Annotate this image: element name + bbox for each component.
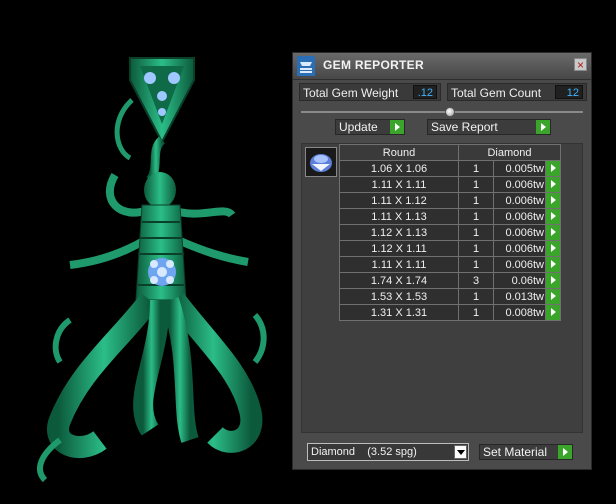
total-gem-weight-field: Total Gem Weight .12 xyxy=(299,83,441,101)
gem-size-cell: 1.74 X 1.74 xyxy=(339,272,459,289)
select-row-button[interactable] xyxy=(545,240,561,257)
gem-weight-cell: 0.06tw xyxy=(493,272,546,289)
table-row[interactable]: 1.11 X 1.11 1 0.006tw xyxy=(339,176,561,193)
select-row-button[interactable] xyxy=(545,160,561,177)
table-row[interactable]: 1.11 X 1.13 1 0.006tw xyxy=(339,208,561,225)
gem-weight-cell: 0.006tw xyxy=(493,176,546,193)
diamond-gem-icon[interactable] xyxy=(305,147,337,177)
select-row-button[interactable] xyxy=(545,272,561,289)
gem-size-cell: 1.12 X 1.13 xyxy=(339,224,459,241)
save-report-button[interactable]: Save Report xyxy=(427,119,551,135)
total-gem-weight-value: .12 xyxy=(413,85,437,99)
gem-reporter-icon xyxy=(297,56,315,76)
select-row-button[interactable] xyxy=(545,192,561,209)
shape-column-header: Round xyxy=(339,144,459,161)
pendant-model xyxy=(37,57,267,483)
window-title: GEM REPORTER xyxy=(323,58,424,72)
select-row-button[interactable] xyxy=(545,208,561,225)
gem-qty-cell: 1 xyxy=(458,208,494,225)
gem-qty-cell: 1 xyxy=(458,160,494,177)
chevron-down-icon[interactable] xyxy=(454,445,467,459)
close-icon[interactable]: × xyxy=(574,58,587,71)
gem-reporter-panel: GEM REPORTER × Total Gem Weight .12 Tota… xyxy=(292,52,592,470)
gem-size-cell: 1.12 X 1.11 xyxy=(339,240,459,257)
gem-size-cell: 1.31 X 1.31 xyxy=(339,304,459,321)
gem-qty-cell: 1 xyxy=(458,192,494,209)
gem-qty-cell: 1 xyxy=(458,288,494,305)
table-row[interactable]: 1.31 X 1.31 1 0.008tw xyxy=(339,304,561,321)
gem-size-cell: 1.11 X 1.12 xyxy=(339,192,459,209)
play-icon xyxy=(536,120,550,134)
play-icon xyxy=(390,120,404,134)
table-header-row: Round Diamond xyxy=(339,144,561,161)
set-material-button-label: Set Material xyxy=(483,445,548,459)
total-gem-count-field: Total Gem Count 12 xyxy=(447,83,587,101)
total-gem-count-value: 12 xyxy=(555,85,583,99)
update-button[interactable]: Update xyxy=(335,119,405,135)
3d-viewport[interactable] xyxy=(0,0,290,504)
gem-weight-cell: 0.013tw xyxy=(493,288,546,305)
select-row-button[interactable] xyxy=(545,304,561,321)
gem-weight-cell: 0.006tw xyxy=(493,192,546,209)
table-row[interactable]: 1.11 X 1.11 1 0.006tw xyxy=(339,256,561,273)
total-gem-weight-label: Total Gem Weight xyxy=(303,86,399,100)
play-icon xyxy=(558,445,572,459)
save-report-button-label: Save Report xyxy=(431,120,498,134)
update-button-label: Update xyxy=(339,120,378,134)
select-row-button[interactable] xyxy=(545,224,561,241)
table-row[interactable]: 1.12 X 1.13 1 0.006tw xyxy=(339,224,561,241)
table-row[interactable]: 1.53 X 1.53 1 0.013tw xyxy=(339,288,561,305)
gem-qty-cell: 1 xyxy=(458,224,494,241)
gem-table-area: Round Diamond 1.06 X 1.06 1 0.005tw 1.11 X … xyxy=(301,143,583,433)
gem-weight-cell: 0.008tw xyxy=(493,304,546,321)
gem-size-cell: 1.11 X 1.11 xyxy=(339,256,459,273)
material-column-header: Diamond xyxy=(458,144,561,161)
gem-qty-cell: 3 xyxy=(458,272,494,289)
gem-qty-cell: 1 xyxy=(458,176,494,193)
table-row[interactable]: 1.12 X 1.11 1 0.006tw xyxy=(339,240,561,257)
gem-qty-cell: 1 xyxy=(458,256,494,273)
table-row[interactable]: 1.06 X 1.06 1 0.005tw xyxy=(339,160,561,177)
gem-size-cell: 1.06 X 1.06 xyxy=(339,160,459,177)
select-row-button[interactable] xyxy=(545,256,561,273)
gem-size-cell: 1.11 X 1.11 xyxy=(339,176,459,193)
gem-size-cell: 1.11 X 1.13 xyxy=(339,208,459,225)
set-material-button[interactable]: Set Material xyxy=(479,444,573,460)
total-gem-count-label: Total Gem Count xyxy=(451,86,542,100)
gem-weight-cell: 0.006tw xyxy=(493,240,546,257)
material-select-value: Diamond (3.52 spg) xyxy=(311,446,417,458)
gem-qty-cell: 1 xyxy=(458,240,494,257)
select-row-button[interactable] xyxy=(545,176,561,193)
slider-knob[interactable] xyxy=(445,107,455,117)
title-bar[interactable]: GEM REPORTER × xyxy=(293,53,591,80)
slider-track xyxy=(301,111,583,113)
material-select[interactable]: Diamond (3.52 spg) xyxy=(307,443,469,461)
gem-weight-cell: 0.006tw xyxy=(493,224,546,241)
gem-table: Round Diamond 1.06 X 1.06 1 0.005tw 1.11 X … xyxy=(339,144,561,321)
gem-weight-cell: 0.005tw xyxy=(493,160,546,177)
gem-weight-cell: 0.006tw xyxy=(493,256,546,273)
gem-weight-cell: 0.006tw xyxy=(493,208,546,225)
table-row[interactable]: 1.74 X 1.74 3 0.06tw xyxy=(339,272,561,289)
select-row-button[interactable] xyxy=(545,288,561,305)
gem-qty-cell: 1 xyxy=(458,304,494,321)
table-row[interactable]: 1.11 X 1.12 1 0.006tw xyxy=(339,192,561,209)
splitter-slider[interactable] xyxy=(301,107,583,117)
gem-size-cell: 1.53 X 1.53 xyxy=(339,288,459,305)
